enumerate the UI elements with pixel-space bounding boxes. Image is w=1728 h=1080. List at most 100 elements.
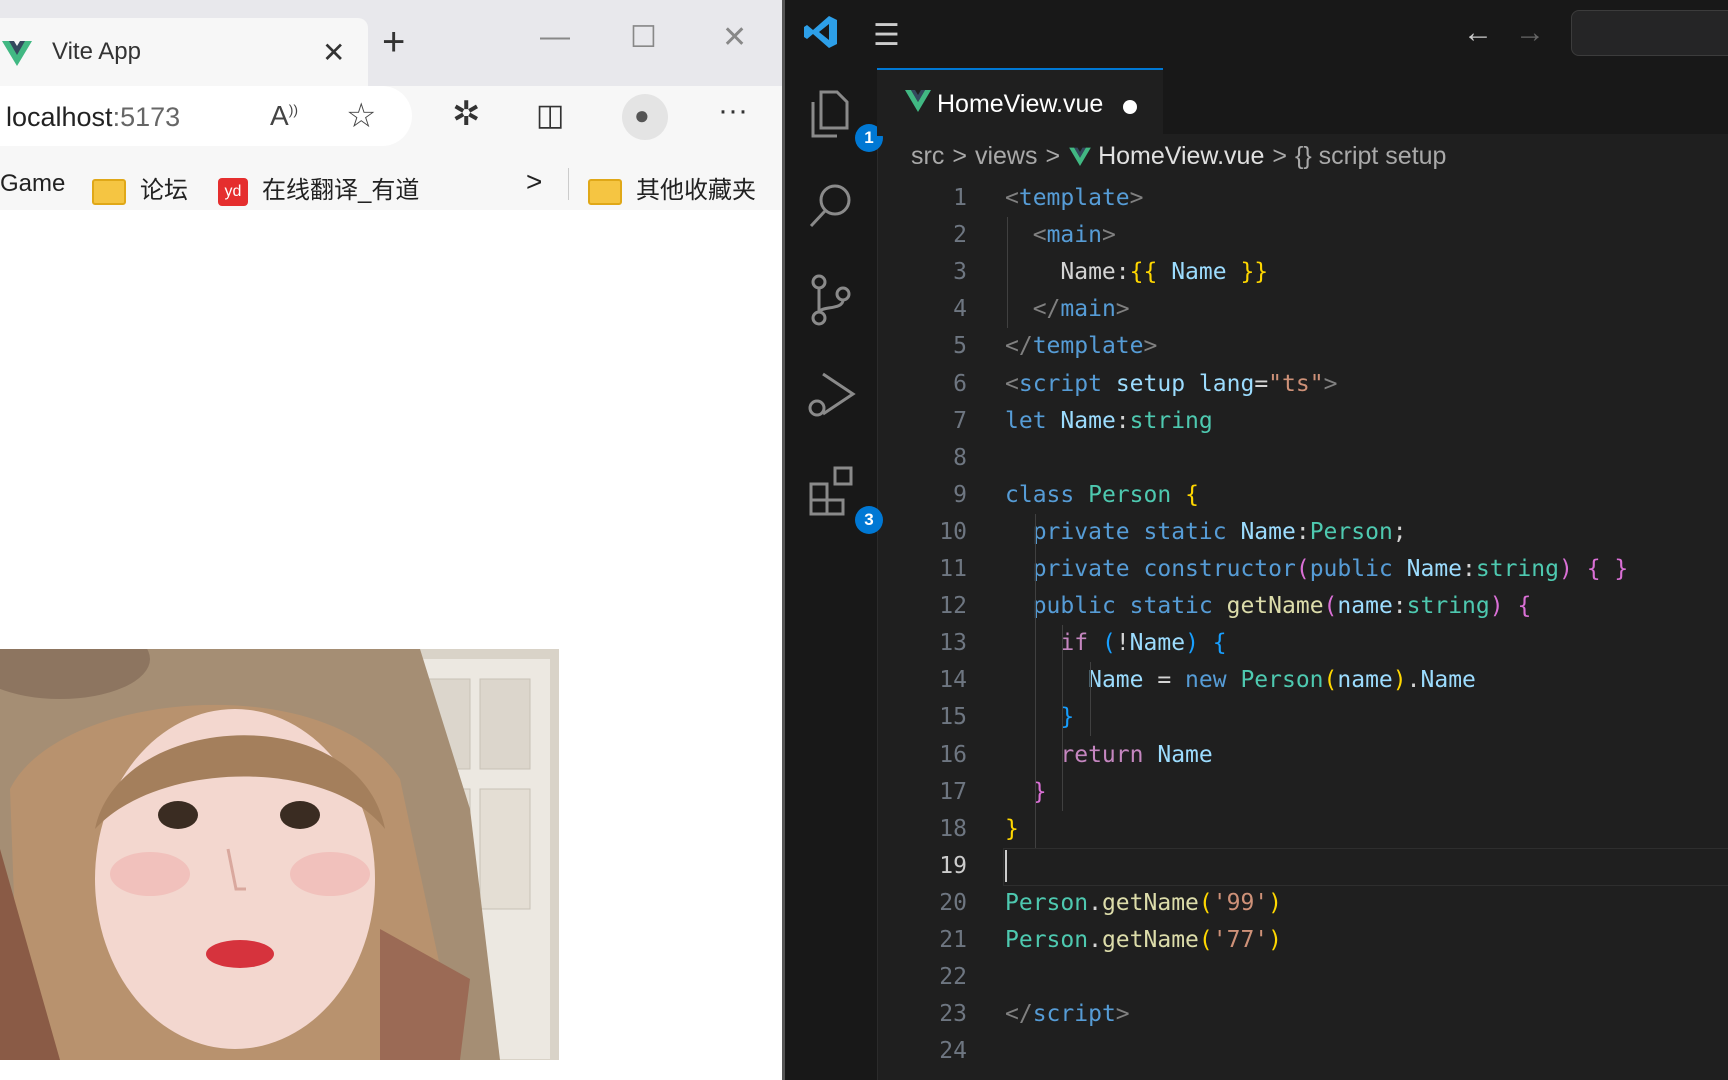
code-text: } — [1005, 811, 1019, 848]
code-token: ) — [1489, 593, 1504, 620]
code-token: let — [1005, 407, 1047, 434]
bookmark-other-favorites[interactable]: 其他收藏夹 — [588, 170, 756, 205]
code-line[interactable]: 14 Name = new Person(name).Name — [877, 662, 1728, 699]
code-line[interactable]: 5 </template> — [877, 328, 1728, 365]
split-screen-icon[interactable]: ◫ — [536, 98, 564, 133]
menu-hamburger-icon[interactable]: ☰ — [873, 18, 900, 53]
activity-explorer[interactable]: 1 — [807, 88, 883, 152]
breadcrumb-src[interactable]: src — [911, 142, 944, 170]
code-token: = — [1143, 667, 1186, 694]
code-token: string — [1475, 556, 1559, 582]
code-line[interactable]: 10 private static Name:Person; — [877, 514, 1728, 551]
profile-avatar-icon[interactable]: ● — [622, 94, 668, 140]
code-token: name — [1337, 593, 1393, 620]
code-text: </main> — [1005, 291, 1130, 328]
breadcrumb-file[interactable]: HomeView.vue — [1098, 142, 1264, 170]
code-line[interactable]: 22 — [877, 959, 1728, 996]
vscode-logo-icon — [804, 16, 837, 48]
nav-back-icon[interactable]: ← — [1463, 16, 1493, 50]
code-token: </ — [1032, 296, 1061, 323]
code-line[interactable]: 3 Name:{{ Name }} — [877, 254, 1728, 291]
code-line[interactable]: 11 private constructor(public Name:strin… — [877, 551, 1728, 588]
read-aloud-icon[interactable]: A)) — [270, 100, 298, 132]
code-text: public static getName(name:string) { — [1005, 588, 1532, 625]
activity-extensions[interactable]: 3 — [807, 466, 883, 534]
breadcrumb-separator: > — [1272, 142, 1287, 170]
code-line[interactable]: 16 return Name — [877, 737, 1728, 774]
code-token: script — [1032, 1001, 1116, 1028]
editor-tabs: HomeView.vue — [877, 68, 1728, 136]
code-line[interactable]: 23 </script> — [877, 996, 1728, 1033]
yd-icon: yd — [218, 177, 248, 206]
code-token: Name — [1088, 667, 1144, 694]
code-token: }} — [1240, 259, 1269, 286]
code-token: ( — [1198, 889, 1213, 916]
code-line[interactable]: 7 let Name:string — [877, 403, 1728, 440]
breadcrumb-views[interactable]: views — [975, 142, 1038, 170]
tab-homeview-vue[interactable]: HomeView.vue — [877, 68, 1163, 136]
breadcrumb-symbol[interactable]: {} script setup — [1295, 142, 1446, 170]
code-line[interactable]: 9 class Person { — [877, 477, 1728, 514]
tab-vite-app[interactable]: Vite App ✕ — [0, 18, 368, 86]
code-line[interactable]: 13 if (!Name) { — [877, 625, 1728, 662]
code-token: < — [1005, 185, 1019, 211]
code-token: static — [1143, 518, 1227, 545]
code-token: : — [1392, 593, 1407, 620]
more-options-icon[interactable]: ··· — [718, 94, 748, 128]
code-line[interactable]: 17 } — [877, 774, 1728, 811]
code-line[interactable]: 2 <main> — [877, 217, 1728, 254]
code-text: class Person { — [1005, 477, 1199, 514]
bookmark-youdao[interactable]: yd 在线翻译_有道 — [218, 170, 419, 206]
code-text: Person.getName('99') — [1005, 885, 1282, 922]
code-token: > — [1143, 333, 1158, 360]
code-token: return — [1060, 741, 1144, 768]
tab-close-icon[interactable]: ✕ — [322, 36, 345, 69]
code-token: } — [1614, 556, 1629, 582]
code-line[interactable]: 20 Person.getName('99') — [877, 885, 1728, 922]
nav-forward-icon[interactable]: → — [1515, 16, 1545, 50]
unsaved-dot-icon[interactable] — [1123, 100, 1137, 114]
code-line[interactable]: 19 — [877, 847, 1728, 886]
bookmark-forum[interactable]: 论坛 — [92, 170, 188, 205]
code-line[interactable]: 24 — [877, 1033, 1728, 1070]
code-line[interactable]: 21 Person.getName('77') — [877, 922, 1728, 959]
tab-strip: Vite App ✕ + — ☐ ✕ — [0, 0, 782, 86]
extensions-icon[interactable]: ✲ — [452, 94, 481, 134]
code-line[interactable]: 4 </main> — [877, 291, 1728, 328]
code-token: Person — [1088, 481, 1172, 508]
code-line[interactable]: 1 <template> — [877, 180, 1728, 217]
address-bar[interactable]: localhost:5173 A)) ☆ — [0, 86, 412, 146]
favorite-star-icon[interactable]: ☆ — [346, 96, 376, 136]
line-number: 11 — [939, 556, 967, 582]
activity-search[interactable] — [807, 180, 855, 237]
code-token: Name — [1406, 556, 1463, 582]
command-center-search[interactable] — [1571, 10, 1728, 56]
code-line[interactable]: 18} — [877, 811, 1728, 848]
bookmarks-more-chevron-icon[interactable]: > — [526, 166, 542, 198]
source-control-icon — [811, 274, 851, 326]
maximize-button[interactable]: ☐ — [630, 20, 657, 55]
minimize-button[interactable]: — — [540, 20, 570, 54]
line-number: 10 — [939, 518, 967, 545]
activity-run-debug[interactable] — [807, 368, 857, 425]
folder-icon — [92, 178, 126, 205]
code-line[interactable]: 12 public static getName(name:string) { — [877, 588, 1728, 625]
new-tab-button[interactable]: + — [382, 22, 405, 62]
url-text[interactable]: localhost:5173 — [6, 102, 180, 133]
code-line[interactable]: 6 <script setup lang="ts"> — [877, 366, 1728, 403]
line-number: 1 — [953, 185, 967, 211]
close-window-button[interactable]: ✕ — [722, 20, 747, 55]
portrait-image — [0, 649, 559, 1060]
code-line[interactable]: 15 } — [877, 699, 1728, 736]
code-line[interactable]: 8 — [877, 440, 1728, 477]
bookmark-game[interactable]: Game — [0, 170, 65, 198]
activity-source-control[interactable] — [807, 274, 855, 331]
